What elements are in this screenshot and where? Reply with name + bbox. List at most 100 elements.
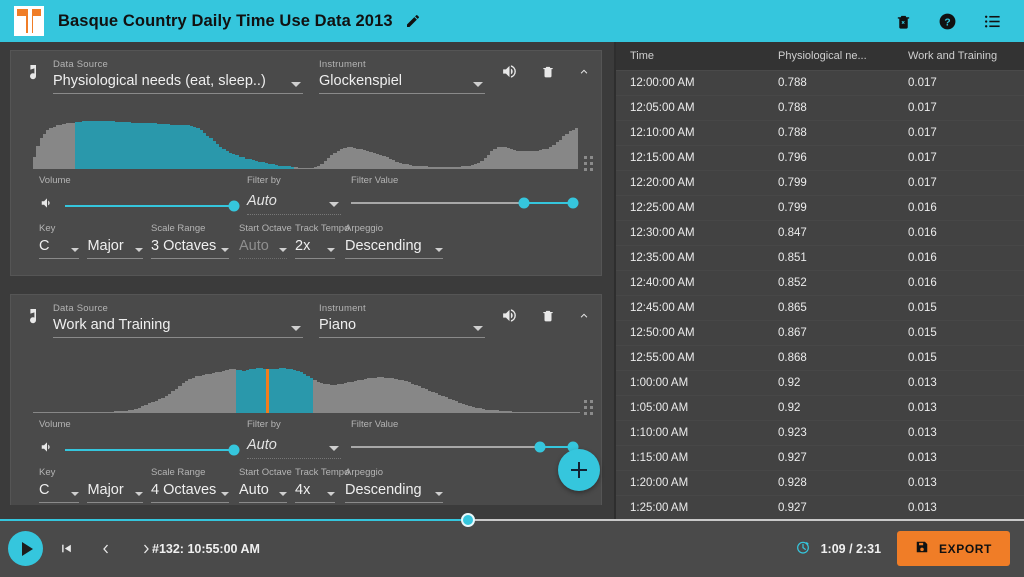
volume-slider-track[interactable] — [65, 444, 240, 455]
track-tempo-field[interactable]: Track Tempo 4x — [295, 467, 349, 505]
chevron-down-icon[interactable] — [327, 492, 335, 496]
table-row[interactable]: 1:05:00 AM 0.92 0.013 — [616, 395, 1024, 421]
chevron-down-icon[interactable] — [291, 326, 301, 331]
chevron-down-icon[interactable] — [221, 492, 229, 496]
data-source-field[interactable]: Data Source Work and Training — [53, 303, 303, 338]
filter-value-start-thumb[interactable] — [518, 197, 530, 209]
list-icon[interactable] — [983, 12, 1002, 31]
table-row[interactable]: 12:15:00 AM 0.796 0.017 — [616, 145, 1024, 171]
filter-value-track[interactable] — [351, 197, 579, 209]
table-row[interactable]: 1:00:00 AM 0.92 0.013 — [616, 370, 1024, 396]
scale-range-field[interactable]: Scale Range 3 Octaves — [151, 223, 239, 269]
key-mode-select[interactable]: Major — [87, 481, 143, 503]
table-row[interactable]: 12:10:00 AM 0.788 0.017 — [616, 120, 1024, 146]
chevron-down-icon[interactable] — [135, 492, 143, 496]
instrument-field[interactable]: Instrument Glockenspiel — [319, 59, 485, 94]
chevron-down-icon[interactable] — [435, 492, 443, 496]
table-row[interactable]: 1:20:00 AM 0.928 0.013 — [616, 470, 1024, 496]
table-row[interactable]: 1:15:00 AM 0.927 0.013 — [616, 445, 1024, 471]
volume-icon[interactable] — [500, 63, 519, 80]
chevron-down-icon[interactable] — [135, 248, 143, 252]
filter-value-control[interactable]: Filter Value — [351, 175, 579, 209]
table-row[interactable]: 12:05:00 AM 0.788 0.017 — [616, 95, 1024, 121]
arpeggio-field[interactable]: Arpeggio Descending — [345, 467, 455, 505]
start-octave-field[interactable]: Start Octave Auto — [239, 223, 295, 269]
chevron-down-icon[interactable] — [473, 326, 483, 331]
collapse-icon[interactable] — [577, 311, 591, 321]
data-source-field[interactable]: Data Source Physiological needs (eat, sl… — [53, 59, 303, 94]
key-field[interactable]: Key C Major — [39, 467, 151, 505]
key-field[interactable]: Key C Major — [39, 223, 151, 269]
delete-icon[interactable] — [541, 307, 555, 324]
volume-control[interactable]: Volume — [39, 175, 240, 215]
chevron-down-icon[interactable] — [279, 492, 287, 496]
track-resize-handle[interactable] — [584, 400, 593, 415]
volume-icon[interactable] — [500, 307, 519, 324]
table-row[interactable]: 12:20:00 AM 0.799 0.017 — [616, 170, 1024, 196]
table-column-header[interactable]: Time — [616, 42, 764, 71]
track-waveform[interactable] — [33, 345, 580, 413]
table-row[interactable]: 1:10:00 AM 0.923 0.013 — [616, 420, 1024, 446]
help-icon[interactable]: ? — [938, 12, 957, 31]
table-row[interactable]: 12:25:00 AM 0.799 0.016 — [616, 195, 1024, 221]
table-column-header[interactable]: Physiological ne... — [764, 42, 894, 71]
chevron-down-icon[interactable] — [279, 248, 287, 252]
chevron-down-icon[interactable] — [327, 248, 335, 252]
table-row[interactable]: 12:30:00 AM 0.847 0.016 — [616, 220, 1024, 246]
table-row[interactable]: 12:55:00 AM 0.868 0.015 — [616, 345, 1024, 371]
filter-value-track[interactable] — [351, 441, 579, 453]
play-button[interactable] — [8, 531, 43, 566]
track-waveform[interactable] — [33, 101, 579, 169]
volume-icon-small[interactable] — [39, 196, 55, 215]
filter-by-field[interactable]: Filter by Auto — [247, 175, 341, 215]
table-row[interactable]: 12:35:00 AM 0.851 0.016 — [616, 245, 1024, 271]
table-column-header[interactable]: Work and Training — [894, 42, 1024, 71]
scale-range-select[interactable]: 4 Octaves — [151, 481, 229, 503]
chevron-down-icon[interactable] — [329, 202, 339, 207]
track-resize-handle[interactable] — [584, 156, 593, 171]
start-octave-field[interactable]: Start Octave Auto — [239, 467, 295, 505]
data-table-pane[interactable]: Time Physiological ne... Work and Training… — [614, 42, 1024, 520]
arpeggio-select[interactable]: Descending — [345, 481, 443, 503]
chevron-down-icon[interactable] — [71, 492, 80, 496]
filter-value-end-thumb[interactable] — [567, 197, 579, 209]
add-track-button[interactable] — [558, 449, 600, 491]
timeline-thumb[interactable] — [460, 513, 475, 527]
scale-range-select[interactable]: 3 Octaves — [151, 237, 229, 259]
previous-button[interactable] — [98, 542, 114, 556]
skip-to-start-button[interactable] — [58, 542, 74, 555]
start-octave-select[interactable]: Auto — [239, 481, 287, 503]
table-row[interactable]: 12:00:00 AM 0.788 0.017 — [616, 70, 1024, 96]
volume-control[interactable]: Volume — [39, 419, 240, 459]
volume-icon-small[interactable] — [39, 440, 55, 459]
table-row[interactable]: 12:50:00 AM 0.867 0.015 — [616, 320, 1024, 346]
collapse-icon[interactable] — [577, 67, 591, 77]
arpeggio-field[interactable]: Arpeggio Descending — [345, 223, 455, 269]
volume-slider-thumb[interactable] — [228, 444, 240, 455]
table-row[interactable]: 12:45:00 AM 0.865 0.015 — [616, 295, 1024, 321]
track-tempo-select[interactable]: 4x — [295, 481, 335, 503]
chevron-down-icon[interactable] — [71, 248, 80, 252]
track-tempo-select[interactable]: 2x — [295, 237, 335, 259]
delete-icon[interactable] — [541, 63, 555, 80]
chevron-down-icon[interactable] — [329, 446, 339, 451]
volume-slider-track[interactable] — [65, 200, 240, 211]
table-row[interactable]: 12:40:00 AM 0.852 0.016 — [616, 270, 1024, 296]
filter-value-control[interactable]: Filter Value — [351, 419, 579, 453]
key-mode-select[interactable]: Major — [87, 237, 143, 259]
chevron-down-icon[interactable] — [221, 248, 229, 252]
arpeggio-select[interactable]: Descending — [345, 237, 443, 259]
filter-by-field[interactable]: Filter by Auto — [247, 419, 341, 459]
volume-slider-thumb[interactable] — [228, 200, 240, 211]
filter-value-start-thumb[interactable] — [534, 441, 546, 453]
chevron-down-icon[interactable] — [291, 82, 301, 87]
key-root-select[interactable]: C — [39, 237, 80, 259]
scale-range-field[interactable]: Scale Range 4 Octaves — [151, 467, 239, 505]
instrument-field[interactable]: Instrument Piano — [319, 303, 485, 338]
pencil-icon[interactable] — [405, 13, 421, 29]
chevron-down-icon[interactable] — [473, 82, 483, 87]
start-octave-select[interactable]: Auto — [239, 237, 287, 259]
key-root-select[interactable]: C — [39, 481, 80, 503]
export-button[interactable]: EXPORT — [897, 531, 1010, 566]
delete-all-icon[interactable] — [895, 13, 912, 30]
